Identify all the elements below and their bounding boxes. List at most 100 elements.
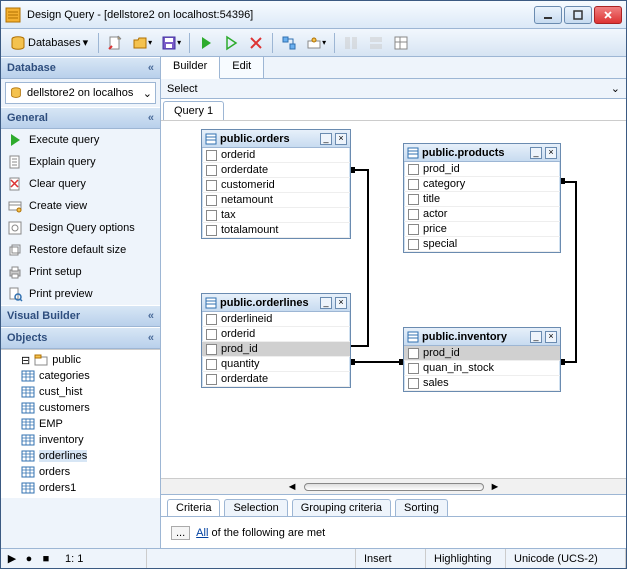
tab-query-1[interactable]: Query 1 bbox=[163, 101, 224, 120]
checkbox[interactable] bbox=[206, 359, 217, 370]
tab-builder[interactable]: Builder bbox=[161, 57, 220, 79]
checkbox[interactable] bbox=[408, 194, 419, 205]
checkbox[interactable] bbox=[206, 150, 217, 161]
tab-edit[interactable]: Edit bbox=[220, 57, 264, 78]
action-design-query-options[interactable]: Design Query options bbox=[1, 217, 160, 239]
checkbox[interactable] bbox=[408, 239, 419, 250]
table-header[interactable]: public.products_× bbox=[404, 144, 560, 162]
database-panel-header[interactable]: Database « bbox=[1, 57, 160, 79]
checkbox[interactable] bbox=[206, 180, 217, 191]
tb-save-icon[interactable]: ▾ bbox=[158, 32, 184, 54]
tab-selection[interactable]: Selection bbox=[224, 499, 287, 516]
tb-tool1-icon[interactable] bbox=[278, 32, 300, 54]
table-window-products[interactable]: public.products_×prod_idcategorytitleact… bbox=[403, 143, 561, 253]
table-column[interactable]: orderid bbox=[202, 327, 350, 342]
table-column[interactable]: totalamount bbox=[202, 223, 350, 238]
action-print-setup[interactable]: Print setup bbox=[1, 261, 160, 283]
checkbox[interactable] bbox=[206, 225, 217, 236]
table-header[interactable]: public.orderlines_× bbox=[202, 294, 350, 312]
minimize-button[interactable] bbox=[534, 6, 562, 24]
objects-panel-header[interactable]: Objects « bbox=[1, 327, 160, 349]
tab-criteria[interactable]: Criteria bbox=[167, 499, 220, 516]
table-column[interactable]: title bbox=[404, 192, 560, 207]
tb-tool2-icon[interactable]: ▾ bbox=[303, 32, 329, 54]
tree-item[interactable]: orders bbox=[21, 464, 156, 480]
checkbox[interactable] bbox=[206, 165, 217, 176]
tree-item[interactable]: EMP bbox=[21, 416, 156, 432]
table-column[interactable]: quantity bbox=[202, 357, 350, 372]
checkbox[interactable] bbox=[408, 224, 419, 235]
table-column[interactable]: netamount bbox=[202, 193, 350, 208]
checkbox[interactable] bbox=[206, 314, 217, 325]
tb-open-icon[interactable]: ▾ bbox=[129, 32, 155, 54]
close-button[interactable] bbox=[594, 6, 622, 24]
table-column[interactable]: orderdate bbox=[202, 163, 350, 178]
sb-record-icon[interactable]: ● bbox=[22, 552, 36, 566]
table-column[interactable]: special bbox=[404, 237, 560, 252]
checkbox[interactable] bbox=[206, 210, 217, 221]
table-column[interactable]: quan_in_stock bbox=[404, 361, 560, 376]
tree-item[interactable]: orders1 bbox=[21, 480, 156, 496]
tree-item[interactable]: categories bbox=[21, 368, 156, 384]
sb-play-icon[interactable]: ▶ bbox=[5, 552, 19, 566]
action-restore-default-size[interactable]: Restore default size bbox=[1, 239, 160, 261]
table-close-button[interactable]: × bbox=[335, 133, 347, 145]
table-column[interactable]: sales bbox=[404, 376, 560, 391]
objects-tree[interactable]: ⊟ public categoriescust_histcustomersEMP… bbox=[1, 349, 160, 498]
tree-item[interactable]: orderlines bbox=[21, 448, 156, 464]
table-column[interactable]: actor bbox=[404, 207, 560, 222]
sb-stop-icon[interactable]: ■ bbox=[39, 552, 53, 566]
checkbox[interactable] bbox=[206, 329, 217, 340]
tb-layout1-icon[interactable] bbox=[340, 32, 362, 54]
checkbox[interactable] bbox=[408, 348, 419, 359]
scroll-right-icon[interactable]: ► bbox=[490, 481, 501, 493]
table-close-button[interactable]: × bbox=[545, 147, 557, 159]
table-column[interactable]: orderlineid bbox=[202, 312, 350, 327]
action-print-preview[interactable]: Print preview bbox=[1, 283, 160, 305]
table-column[interactable]: prod_id bbox=[202, 342, 350, 357]
checkbox[interactable] bbox=[206, 344, 217, 355]
table-min-button[interactable]: _ bbox=[530, 331, 542, 343]
table-min-button[interactable]: _ bbox=[530, 147, 542, 159]
tb-layout2-icon[interactable] bbox=[365, 32, 387, 54]
criteria-rule[interactable]: All of the following are met bbox=[196, 527, 325, 539]
action-create-view[interactable]: Create view bbox=[1, 195, 160, 217]
scroll-left-icon[interactable]: ◄ bbox=[287, 481, 298, 493]
table-min-button[interactable]: _ bbox=[320, 133, 332, 145]
checkbox[interactable] bbox=[408, 378, 419, 389]
checkbox[interactable] bbox=[206, 374, 217, 385]
table-window-orderlines[interactable]: public.orderlines_×orderlineidorderidpro… bbox=[201, 293, 351, 388]
table-column[interactable]: orderdate bbox=[202, 372, 350, 387]
general-panel-header[interactable]: General « bbox=[1, 107, 160, 129]
visual-builder-panel-header[interactable]: Visual Builder « bbox=[1, 305, 160, 327]
table-header[interactable]: public.inventory_× bbox=[404, 328, 560, 346]
tree-item[interactable]: customers bbox=[21, 400, 156, 416]
horizontal-scroll[interactable]: ◄ ► bbox=[161, 478, 626, 494]
table-column[interactable]: prod_id bbox=[404, 346, 560, 361]
table-column[interactable]: customerid bbox=[202, 178, 350, 193]
table-column[interactable]: price bbox=[404, 222, 560, 237]
action-explain-query[interactable]: Explain query bbox=[1, 151, 160, 173]
table-column[interactable]: category bbox=[404, 177, 560, 192]
table-window-orders[interactable]: public.orders_×orderidorderdatecustomeri… bbox=[201, 129, 351, 239]
diagram-canvas[interactable]: public.orders_×orderidorderdatecustomeri… bbox=[161, 121, 626, 478]
checkbox[interactable] bbox=[408, 363, 419, 374]
tree-item[interactable]: cust_hist bbox=[21, 384, 156, 400]
tb-stop-icon[interactable] bbox=[245, 32, 267, 54]
criteria-more-button[interactable]: ... bbox=[171, 526, 190, 540]
tab-sorting[interactable]: Sorting bbox=[395, 499, 448, 516]
tree-root[interactable]: ⊟ public bbox=[21, 352, 156, 368]
action-execute-query[interactable]: Execute query bbox=[1, 129, 160, 151]
maximize-button[interactable] bbox=[564, 6, 592, 24]
table-column[interactable]: orderid bbox=[202, 148, 350, 163]
databases-dropdown[interactable]: Databases ▾ bbox=[5, 32, 93, 54]
checkbox[interactable] bbox=[408, 164, 419, 175]
action-clear-query[interactable]: Clear query bbox=[1, 173, 160, 195]
tb-run-selection-icon[interactable] bbox=[220, 32, 242, 54]
select-bar[interactable]: Select ⌄ bbox=[161, 79, 626, 99]
tb-new-icon[interactable] bbox=[104, 32, 126, 54]
checkbox[interactable] bbox=[408, 209, 419, 220]
tab-grouping[interactable]: Grouping criteria bbox=[292, 499, 391, 516]
table-column[interactable]: prod_id bbox=[404, 162, 560, 177]
checkbox[interactable] bbox=[408, 179, 419, 190]
